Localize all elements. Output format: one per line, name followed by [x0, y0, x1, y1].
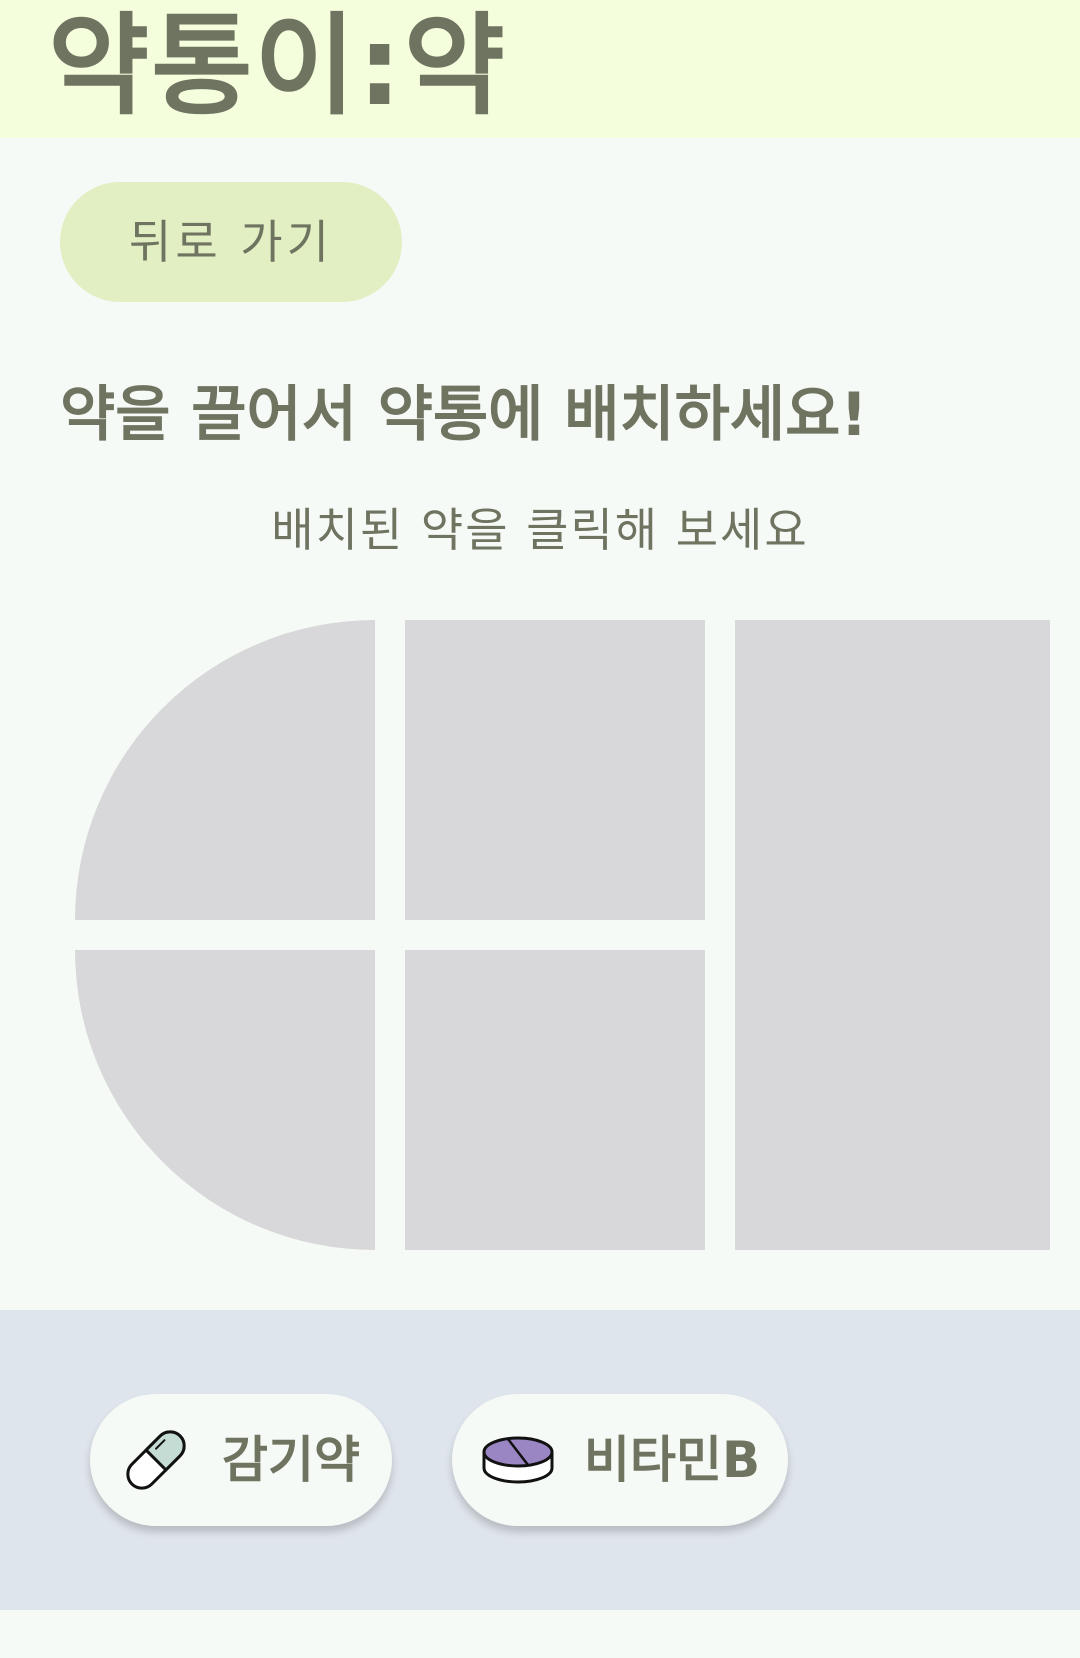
pillbox-compartment-top-left[interactable] — [75, 620, 375, 920]
pillbox-compartment-bottom-left[interactable] — [75, 950, 375, 1250]
pill-chip-cold-medicine[interactable]: 감기약 — [90, 1394, 392, 1526]
back-button[interactable]: 뒤로 가기 — [60, 182, 402, 302]
capsule-icon — [126, 1430, 186, 1490]
pill-label: 비타민B — [584, 1431, 761, 1489]
pill-chip-vitamin-b[interactable]: 비타민B — [452, 1394, 788, 1526]
pill-tray: 감기약 비타민B — [0, 1310, 1080, 1610]
instruction-title: 약을 끌어서 약통에 배치하세요! — [60, 380, 868, 450]
app-title: 약통이:약 — [48, 2, 507, 130]
pillbox-page: 약통이:약 뒤로 가기 약을 끌어서 약통에 배치하세요! 배치된 약을 클릭해… — [0, 0, 1080, 1658]
tablet-icon — [482, 1436, 554, 1484]
pillbox-compartment-top-middle[interactable] — [405, 620, 705, 920]
instruction-subtitle: 배치된 약을 클릭해 보세요 — [271, 503, 809, 557]
pill-label: 감기약 — [222, 1431, 360, 1489]
pillbox-compartment-right[interactable] — [735, 620, 1050, 1250]
app-header: 약통이:약 — [0, 0, 1080, 138]
pillbox-compartment-bottom-middle[interactable] — [405, 950, 705, 1250]
